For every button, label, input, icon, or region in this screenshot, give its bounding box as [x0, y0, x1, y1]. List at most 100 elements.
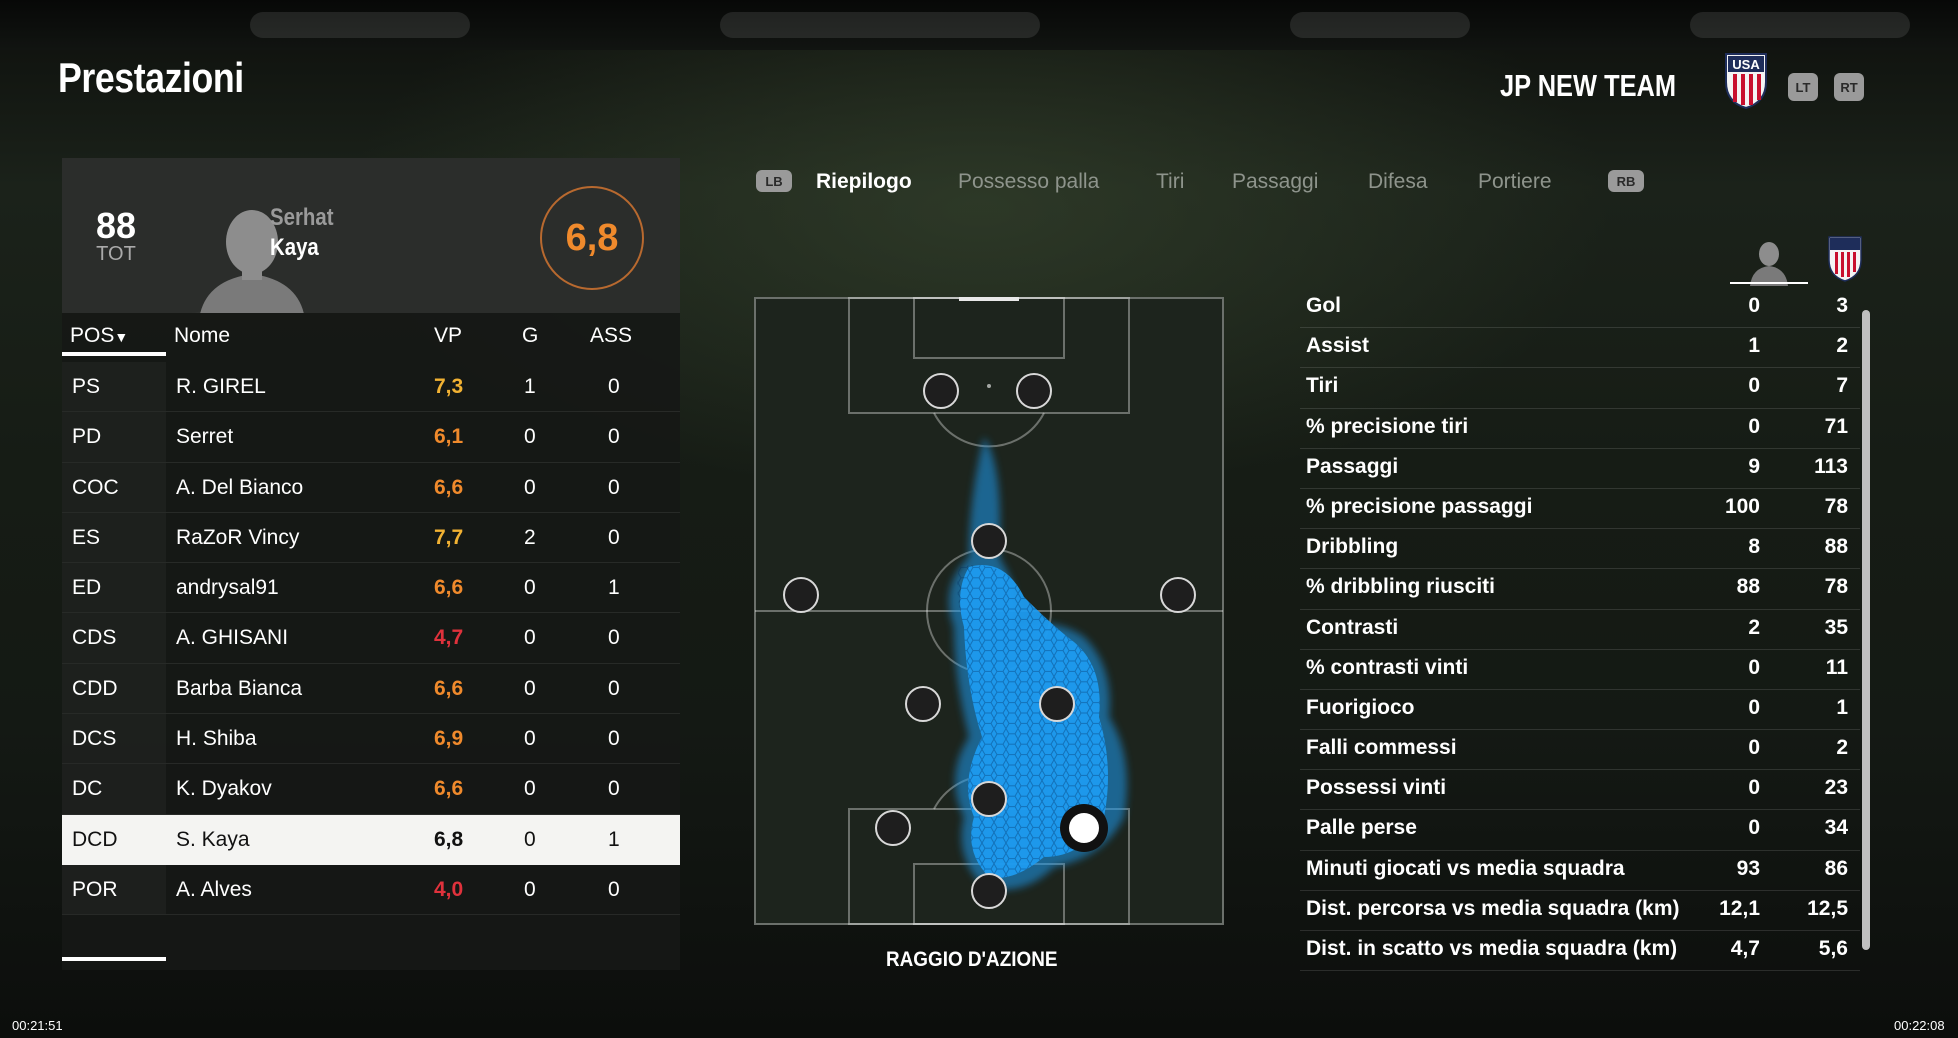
page-title: Prestazioni [58, 54, 244, 101]
stat-player-value: 0 [1748, 816, 1760, 840]
lt-button[interactable]: LT [1788, 73, 1818, 101]
row-pos: DCD [72, 827, 118, 851]
blurred-element [1690, 12, 1910, 38]
blurred-element [1290, 12, 1470, 38]
stat-label: % precisione passaggi [1306, 494, 1533, 518]
stat-team-value: 2 [1836, 334, 1848, 358]
stat-row: Gol 0 3 [1300, 288, 1860, 329]
stat-row: % precisione passaggi 100 78 [1300, 489, 1860, 530]
stat-player-value: 100 [1724, 494, 1760, 518]
stat-row: Contrasti 2 35 [1300, 610, 1860, 650]
stat-team-value: 78 [1824, 575, 1848, 599]
match-rating: 6,8 [540, 186, 644, 290]
team-comparison-crest-icon [1828, 236, 1862, 282]
stat-row: Possessi vinti 0 23 [1300, 770, 1860, 811]
tab-possesso-palla[interactable]: Possesso palla [958, 170, 1099, 194]
sort-underline [62, 352, 166, 356]
stat-label: Dribbling [1306, 535, 1399, 559]
row-name: A. Alves [176, 877, 252, 901]
top-bar-blurred [0, 0, 1958, 50]
row-vp: 4,0 [434, 877, 464, 901]
table-row[interactable]: PS R. GIREL 7,3 1 0 [62, 362, 680, 413]
crest-label: USA [1732, 57, 1760, 72]
row-name: K. Dyakov [176, 777, 272, 801]
header-assists[interactable]: ASS [590, 324, 632, 348]
table-row[interactable]: DCD S. Kaya 6,8 0 1 [62, 814, 680, 865]
table-row[interactable]: CDD Barba Bianca 6,6 0 0 [62, 664, 680, 715]
tab-tiri[interactable]: Tiri [1156, 170, 1184, 194]
header-goals[interactable]: G [522, 324, 538, 348]
row-name: RaZoR Vincy [176, 525, 300, 549]
row-name: S. Kaya [176, 827, 250, 851]
stat-row: Assist 1 2 [1300, 328, 1860, 369]
header-pos[interactable]: POS▼ [70, 324, 128, 348]
table-row[interactable]: DC K. Dyakov 6,6 0 0 [62, 764, 680, 815]
stat-team-value: 35 [1824, 615, 1848, 639]
table-row[interactable]: POR A. Alves 4,0 0 0 [62, 865, 680, 916]
row-goals: 0 [524, 727, 536, 751]
stats-list: Gol 0 3 Assist 1 2 Tiri 0 7 % precisione tiri 0 71 P… [1300, 288, 1860, 972]
lb-button[interactable]: LB [756, 170, 792, 192]
row-goals: 0 [524, 475, 536, 499]
row-vp: 6,8 [434, 827, 464, 851]
stat-player-value: 12,1 [1719, 896, 1760, 920]
stat-player-value: 8 [1748, 535, 1760, 559]
row-pos: DC [72, 777, 103, 801]
stat-row: Dist. percorsa vs media squadra (km) 12,1… [1300, 891, 1860, 931]
table-row[interactable]: PD Serret 6,1 0 0 [62, 412, 680, 463]
stat-team-value: 12,5 [1807, 896, 1848, 920]
row-vp: 6,6 [434, 576, 464, 600]
table-row[interactable]: DCS H. Shiba 6,9 0 0 [62, 714, 680, 765]
stat-player-value: 9 [1748, 454, 1760, 478]
table-row[interactable]: COC A. Del Bianco 6,6 0 0 [62, 463, 680, 513]
table-row[interactable]: ED andrysal91 6,6 0 1 [62, 563, 680, 614]
stat-label: Gol [1306, 294, 1341, 317]
stat-team-value: 86 [1824, 856, 1848, 880]
player-table: PS R. GIREL 7,3 1 0 PD Serret 6,1 0 0 COC A. Del Bi… [62, 362, 680, 916]
row-goals: 0 [524, 576, 536, 600]
stat-row: Dist. in scatto vs media squadra (km) 4,7… [1300, 931, 1860, 972]
row-pos: DCS [72, 727, 117, 751]
stat-row: Palle perse 0 34 [1300, 810, 1860, 851]
row-vp: 6,6 [434, 475, 464, 499]
row-assists: 1 [608, 827, 620, 851]
header-name[interactable]: Nome [174, 324, 230, 348]
row-assists: 0 [608, 425, 620, 449]
stat-label: Passaggi [1306, 454, 1399, 478]
stat-label: Tiri [1306, 374, 1339, 398]
row-assists: 0 [608, 626, 620, 650]
table-row[interactable]: CDS A. GHISANI 4,7 0 0 [62, 613, 680, 664]
row-vp: 7,3 [434, 375, 464, 398]
player-last-name: Kaya [270, 234, 319, 261]
tab-portiere[interactable]: Portiere [1478, 170, 1552, 194]
tab-difesa[interactable]: Difesa [1368, 170, 1428, 194]
stat-player-value: 0 [1748, 695, 1760, 719]
table-row[interactable]: ES RaZoR Vincy 7,7 2 0 [62, 513, 680, 564]
tab-passaggi[interactable]: Passaggi [1232, 170, 1318, 194]
stat-team-value: 2 [1836, 736, 1848, 760]
stat-row: Falli commessi 0 2 [1300, 730, 1860, 771]
overall-rating: 88 TOT [84, 208, 148, 265]
row-assists: 0 [608, 877, 620, 901]
heatmap-pitch [754, 297, 1224, 925]
stat-row: Tiri 0 7 [1300, 368, 1860, 409]
row-assists: 1 [608, 576, 620, 600]
blurred-element [250, 12, 470, 38]
stats-scrollbar[interactable] [1862, 310, 1870, 950]
table-header: POS▼ Nome VP G ASS [62, 318, 680, 356]
row-goals: 0 [524, 626, 536, 650]
row-goals: 0 [524, 777, 536, 801]
tab-riepilogo[interactable]: Riepilogo [816, 170, 912, 194]
stat-team-value: 71 [1824, 414, 1848, 438]
header-vp[interactable]: VP [434, 324, 462, 348]
stat-label: Palle perse [1306, 816, 1417, 840]
stat-player-value: 88 [1736, 575, 1760, 599]
team-crest-icon: USA [1725, 53, 1767, 110]
row-assists: 0 [608, 475, 620, 499]
rb-button[interactable]: RB [1608, 170, 1644, 192]
rt-button[interactable]: RT [1834, 73, 1864, 101]
stat-team-value: 5,6 [1818, 937, 1848, 960]
stat-team-value: 78 [1824, 494, 1848, 518]
player-comparison-icon [1750, 242, 1788, 286]
stat-row: Dribbling 8 88 [1300, 529, 1860, 570]
